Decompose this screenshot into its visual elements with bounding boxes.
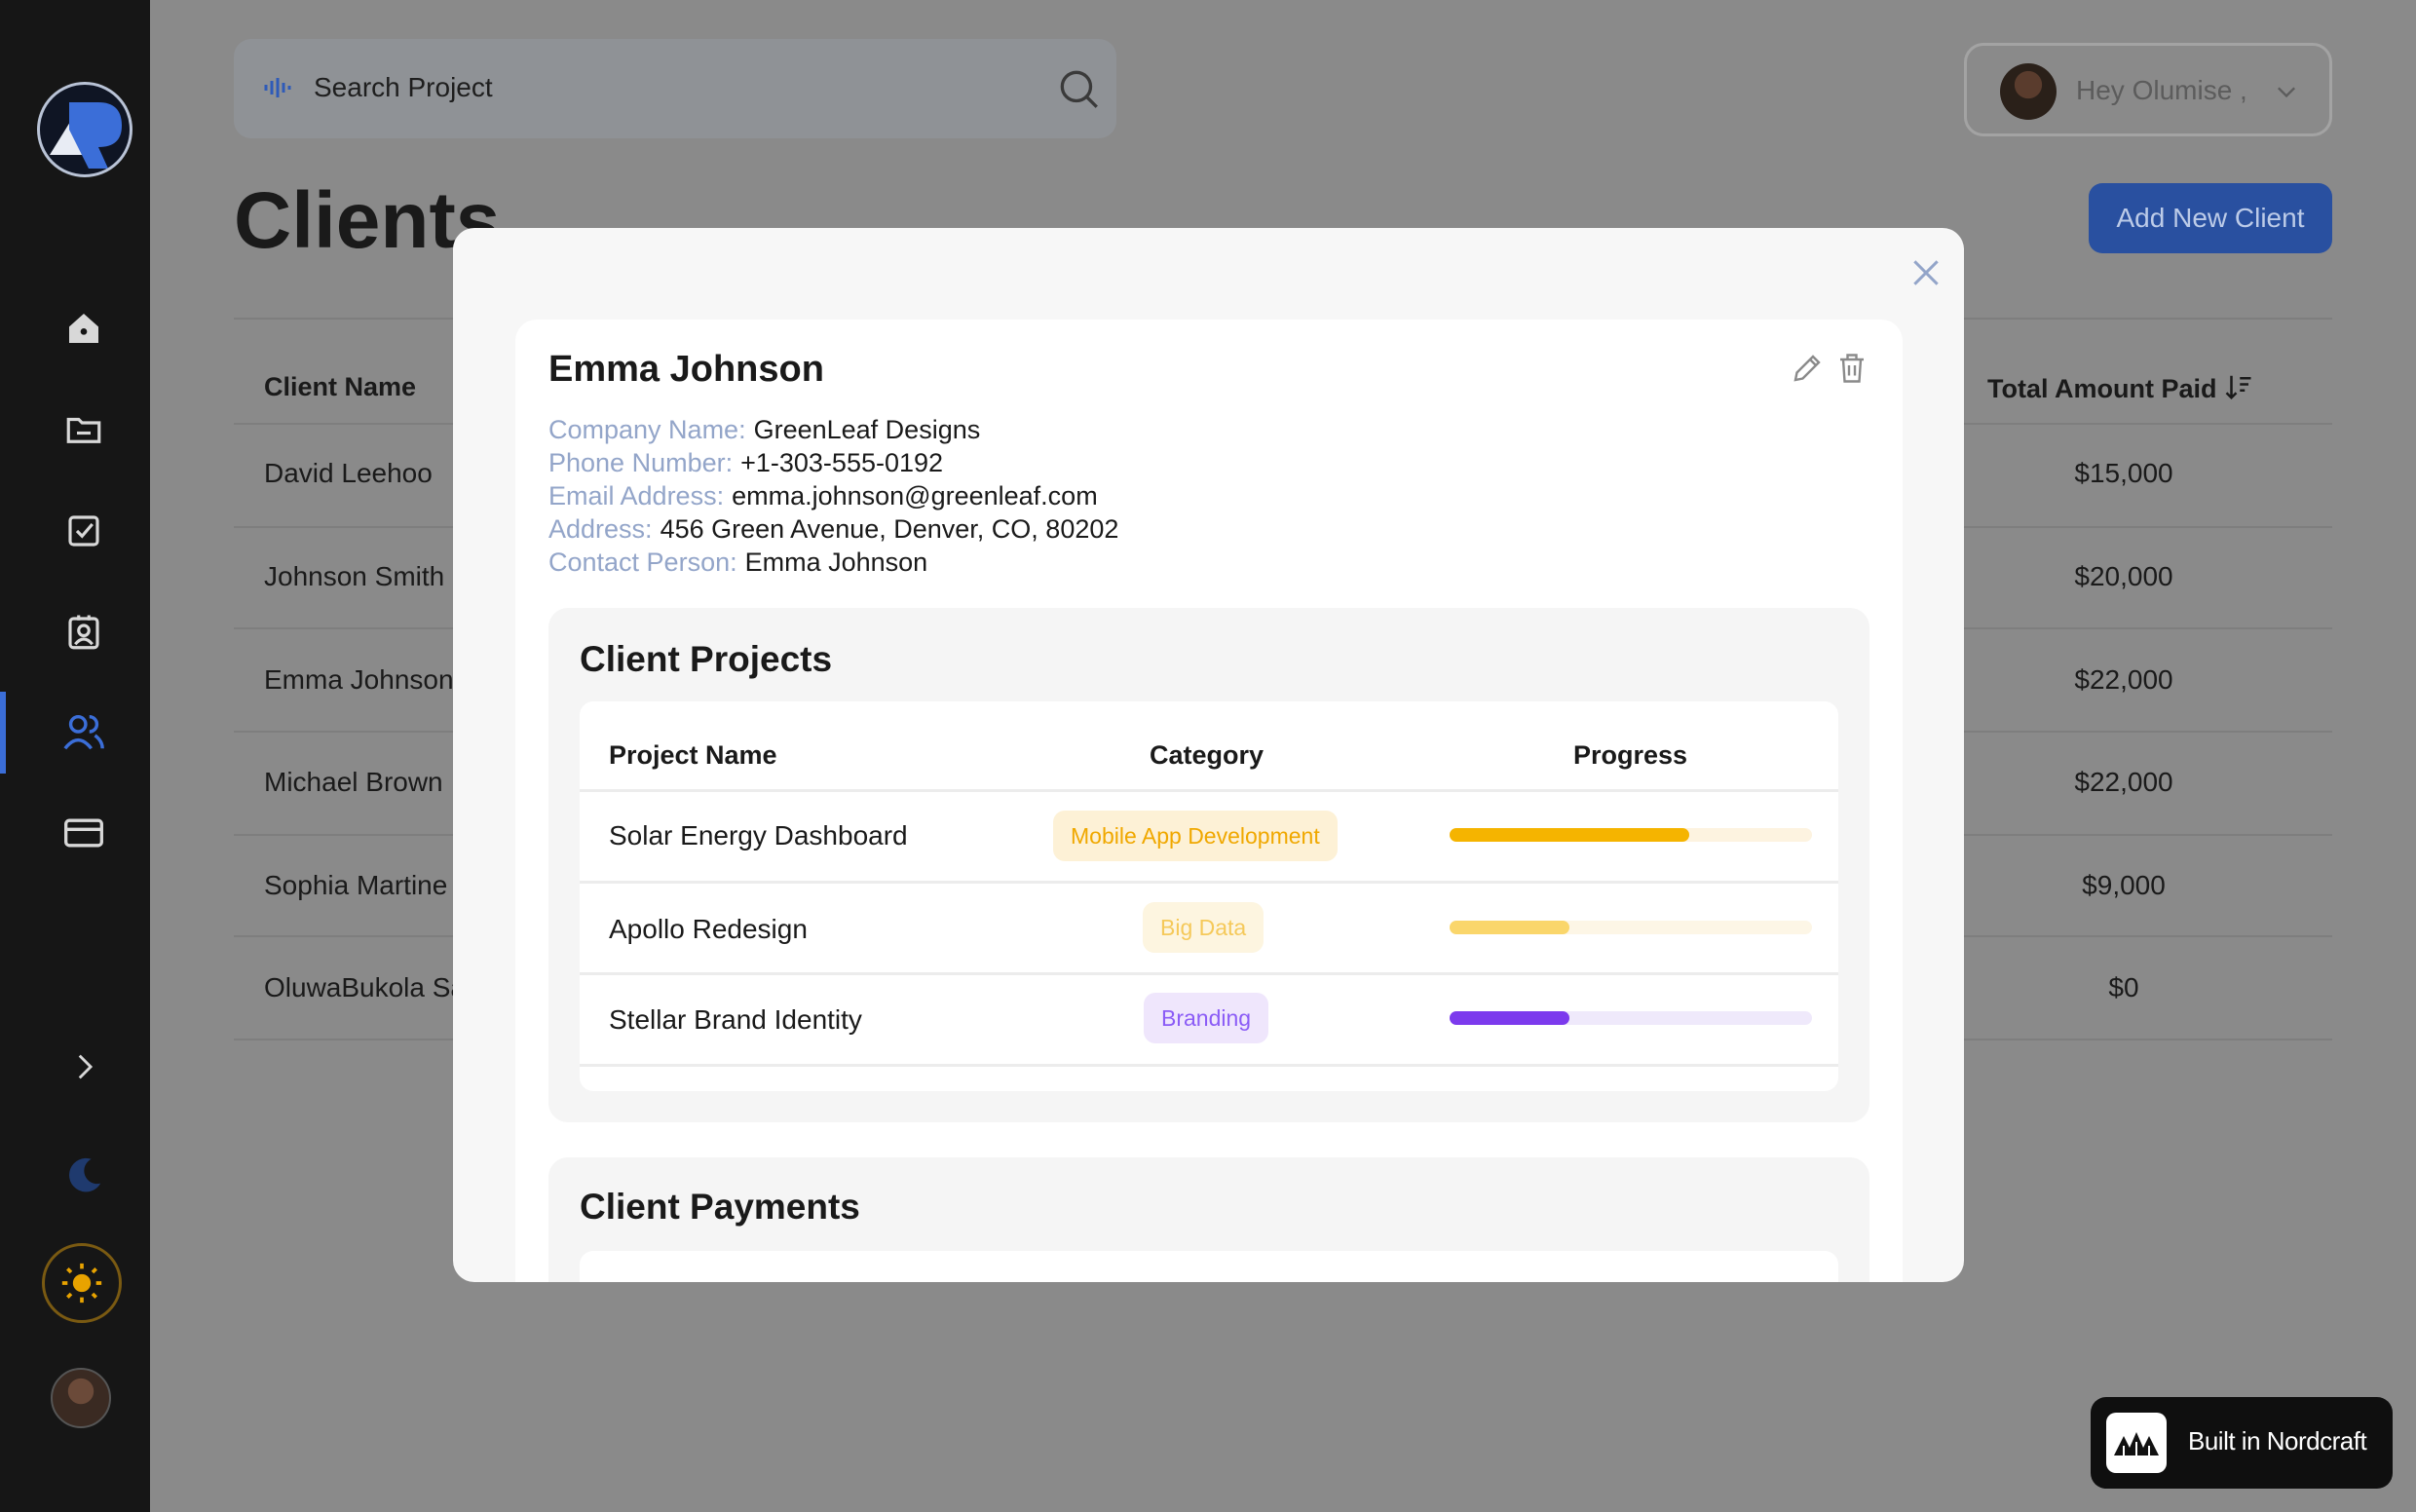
category-badge: Big Data [1143, 902, 1265, 953]
chevron-down-icon[interactable] [2273, 79, 2300, 111]
table-row-name[interactable]: David Leehoo [264, 458, 433, 489]
category-badge: Branding [1144, 993, 1269, 1043]
user-greeting: Hey Olumise , [2076, 75, 2247, 105]
table-row-name[interactable]: Sophia Martine [264, 870, 447, 901]
project-name[interactable]: Solar Energy Dashboard [609, 820, 908, 851]
info-value: emma.johnson@greenleaf.com [732, 481, 1098, 510]
col-header-total-amount-paid[interactable]: Total Amount Paid [1987, 372, 2253, 404]
search-bar[interactable]: Search Project [234, 39, 1116, 138]
moon-icon[interactable] [54, 1146, 114, 1206]
table-row-amount: $15,000 [2074, 458, 2173, 488]
built-in-nordcraft-badge[interactable]: Built in Nordcraft [2091, 1397, 2393, 1489]
progress-fill [1450, 828, 1689, 842]
table-row-name[interactable]: OluwaBukola Sa [264, 972, 466, 1003]
table-row-name[interactable]: Johnson Smith [264, 561, 444, 592]
client-details-modal: Emma Johnson Company Name: GreenLeaf Desi… [453, 228, 1964, 1282]
table-divider [580, 1064, 1838, 1067]
col-progress: Progress [1573, 740, 1688, 770]
chevron-right-icon[interactable] [54, 1037, 114, 1097]
nordcraft-logo-icon [2106, 1413, 2167, 1473]
category-badge: Mobile App Development [1053, 811, 1338, 861]
search-icon[interactable] [1054, 64, 1103, 118]
info-label: Address: [548, 514, 653, 544]
info-value: 456 Green Avenue, Denver, CO, 80202 [660, 514, 1119, 544]
client-payments-section: Client Payments [548, 1157, 1869, 1282]
info-label: Company Name: [548, 415, 746, 444]
info-phone: Phone Number: +1-303-555-0192 [548, 448, 943, 478]
info-address: Address: 456 Green Avenue, Denver, CO, 80… [548, 514, 1118, 545]
client-payments-title: Client Payments [580, 1187, 860, 1227]
table-divider [580, 789, 1838, 792]
info-email: Email Address: emma.johnson@greenleaf.com [548, 481, 1098, 511]
trash-icon[interactable] [1834, 351, 1869, 391]
table-row-name[interactable]: Emma Johnson [264, 664, 454, 696]
add-new-client-button[interactable]: Add New Client [2089, 183, 2332, 253]
search-input[interactable]: Search Project [314, 72, 493, 103]
progress-fill [1450, 921, 1569, 934]
sidebar-avatar[interactable] [51, 1368, 111, 1428]
sort-icon[interactable] [2224, 372, 2253, 401]
home-icon[interactable] [54, 298, 114, 359]
nav-active-indicator [0, 692, 6, 774]
table-divider [580, 881, 1838, 884]
table-row-amount: $9,000 [2082, 870, 2166, 900]
sidebar [0, 0, 150, 1512]
close-icon[interactable] [1906, 253, 1945, 292]
user-menu[interactable]: Hey Olumise , [1964, 43, 2332, 136]
table-row-amount: $20,000 [2074, 561, 2173, 591]
table-row-amount: $22,000 [2074, 767, 2173, 797]
info-label: Phone Number: [548, 448, 734, 477]
col-project-name: Project Name [609, 740, 777, 770]
payments-table [580, 1251, 1838, 1282]
info-label: Contact Person: [548, 548, 737, 577]
project-name[interactable]: Stellar Brand Identity [609, 1004, 862, 1036]
progress-bar [1450, 1011, 1812, 1025]
folder-icon[interactable] [54, 399, 114, 460]
client-projects-title: Client Projects [580, 639, 833, 679]
info-value: +1-303-555-0192 [740, 448, 944, 477]
user-avatar [2000, 63, 2057, 120]
credit-card-icon[interactable] [54, 803, 114, 863]
col-header-client-name[interactable]: Client Name [264, 372, 416, 402]
info-value: GreenLeaf Designs [753, 415, 981, 444]
info-contact-person: Contact Person: Emma Johnson [548, 548, 927, 578]
progress-bar [1450, 828, 1812, 842]
sun-icon[interactable] [42, 1243, 122, 1323]
edit-pencil-icon[interactable] [1790, 351, 1825, 391]
info-label: Email Address: [548, 481, 725, 510]
table-row-name[interactable]: Michael Brown [264, 767, 443, 798]
built-in-label: Built in Nordcraft [2188, 1426, 2367, 1455]
task-check-icon[interactable] [54, 501, 114, 561]
progress-fill [1450, 1011, 1569, 1025]
info-company: Company Name: GreenLeaf Designs [548, 415, 980, 445]
voice-wave-icon [263, 76, 296, 104]
col-category: Category [1150, 740, 1265, 770]
client-name-heading: Emma Johnson [548, 349, 824, 390]
table-divider [580, 972, 1838, 975]
clients-users-icon[interactable] [54, 701, 114, 762]
info-value: Emma Johnson [744, 548, 928, 577]
contact-badge-icon[interactable] [54, 602, 114, 662]
progress-bar [1450, 921, 1812, 934]
table-row-amount: $0 [2108, 972, 2139, 1002]
table-row-amount: $22,000 [2074, 664, 2173, 695]
projects-table: Project Name Category Progress Solar Ene… [580, 701, 1838, 1091]
client-projects-section: Client Projects Project Name Category Pr… [548, 608, 1869, 1122]
app-logo[interactable] [37, 82, 132, 177]
project-name[interactable]: Apollo Redesign [609, 914, 808, 945]
col-header-label: Total Amount Paid [1987, 374, 2217, 403]
